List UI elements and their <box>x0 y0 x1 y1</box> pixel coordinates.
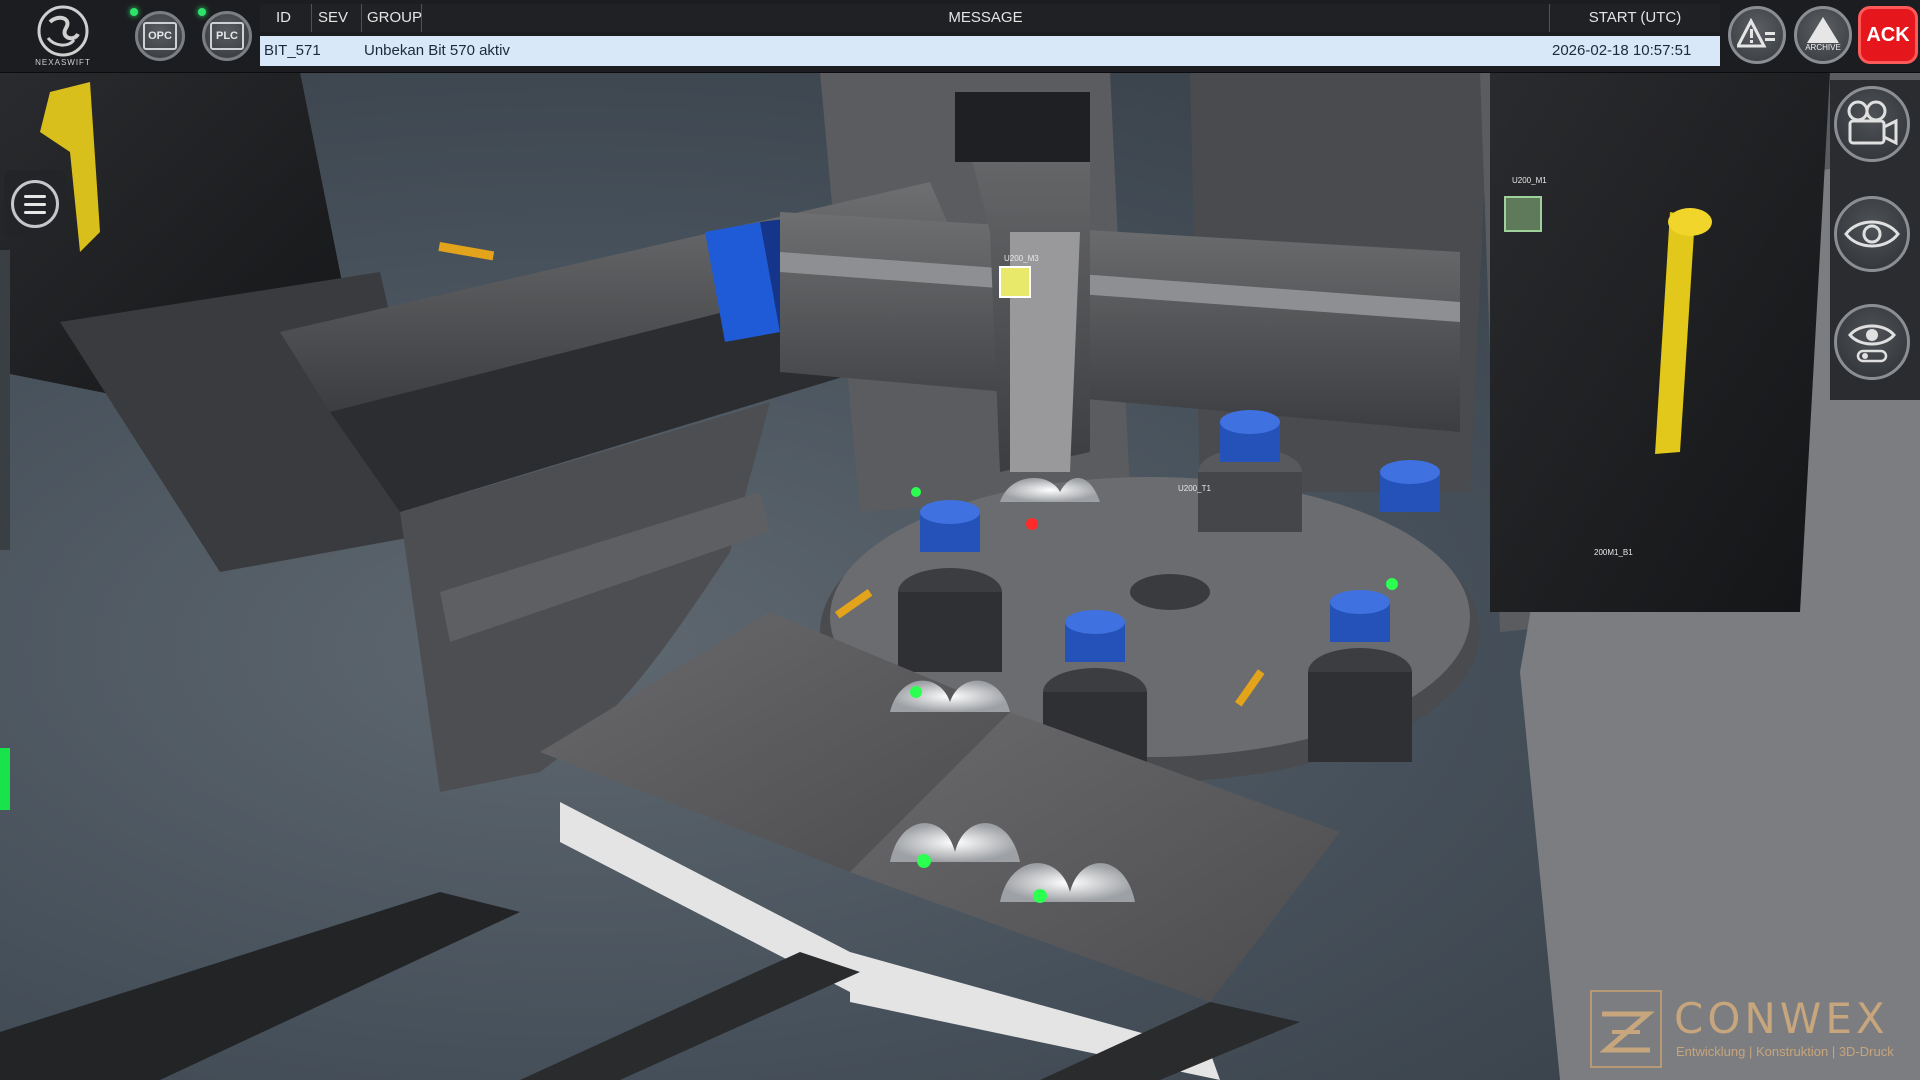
view-settings-button[interactable] <box>1834 304 1910 380</box>
alarm-row[interactable]: BIT_571 Unbekan Bit 570 aktiv 2026-02-18… <box>260 36 1720 66</box>
menu-button[interactable] <box>4 170 66 238</box>
alarm-table: ID SEV GROUP MESSAGE START (UTC) BIT_571… <box>260 4 1720 66</box>
alarm-message: Unbekan Bit 570 aktiv <box>364 42 510 59</box>
left-scroll-track[interactable] <box>0 250 10 550</box>
scene-tag-label: U200_T1 <box>1178 484 1211 493</box>
col-sev-header[interactable]: SEV <box>312 4 362 32</box>
ack-button[interactable]: ACK <box>1858 6 1918 64</box>
opc-status-led <box>130 8 138 16</box>
col-id-header[interactable]: ID <box>260 4 312 32</box>
eye-settings-icon <box>1848 324 1896 363</box>
logo-icon <box>37 5 89 57</box>
opc-button[interactable]: OPC <box>135 11 185 61</box>
scene-tag-label: 200M1_B1 <box>1594 548 1633 557</box>
brand-name: CONWEX <box>1674 994 1889 1043</box>
eye-icon <box>1844 220 1900 248</box>
hamburger-icon <box>11 180 59 228</box>
alarm-id: BIT_571 <box>264 42 321 59</box>
archive-label: ARCHIVE <box>1805 43 1841 52</box>
logo-text: NEXASWIFT <box>35 58 91 67</box>
conwex-logo-icon <box>1590 990 1662 1068</box>
archive-button[interactable]: ARCHIVE <box>1794 6 1852 64</box>
ack-label: ACK <box>1866 23 1910 46</box>
col-start-header[interactable]: START (UTC) <box>1550 4 1720 32</box>
app-logo: NEXASWIFT <box>28 4 98 68</box>
machine-3d-viewport[interactable] <box>0 72 1920 1080</box>
conwex-watermark: CONWEX Entwicklung | Konstruktion | 3D-D… <box>1590 990 1910 1070</box>
alarm-list-button[interactable] <box>1728 6 1786 64</box>
warning-icon <box>1807 17 1839 43</box>
brand-tagline: Entwicklung | Konstruktion | 3D-Druck <box>1676 1044 1894 1059</box>
alarm-table-header: ID SEV GROUP MESSAGE START (UTC) <box>260 4 1720 32</box>
top-bar: NEXASWIFT OPC PLC ID SEV GROUP MESSAGE S… <box>0 0 1920 73</box>
warning-list-icon <box>1737 18 1775 48</box>
view-button[interactable] <box>1834 196 1910 272</box>
scene-tag-label: U200_M1 <box>1512 176 1547 185</box>
camera-button[interactable] <box>1834 86 1910 162</box>
col-message-header[interactable]: MESSAGE <box>422 4 1550 32</box>
status-indicator-bar <box>0 748 10 810</box>
camera-icon <box>1847 100 1898 146</box>
plc-button[interactable]: PLC <box>202 11 252 61</box>
plc-status-led <box>198 8 206 16</box>
opc-label: OPC <box>143 22 177 50</box>
scene-tag-label: U200_M3 <box>1004 254 1039 263</box>
col-group-header[interactable]: GROUP <box>362 4 422 32</box>
plc-label: PLC <box>210 22 244 50</box>
alarm-start-time: 2026-02-18 10:57:51 <box>1552 42 1692 59</box>
